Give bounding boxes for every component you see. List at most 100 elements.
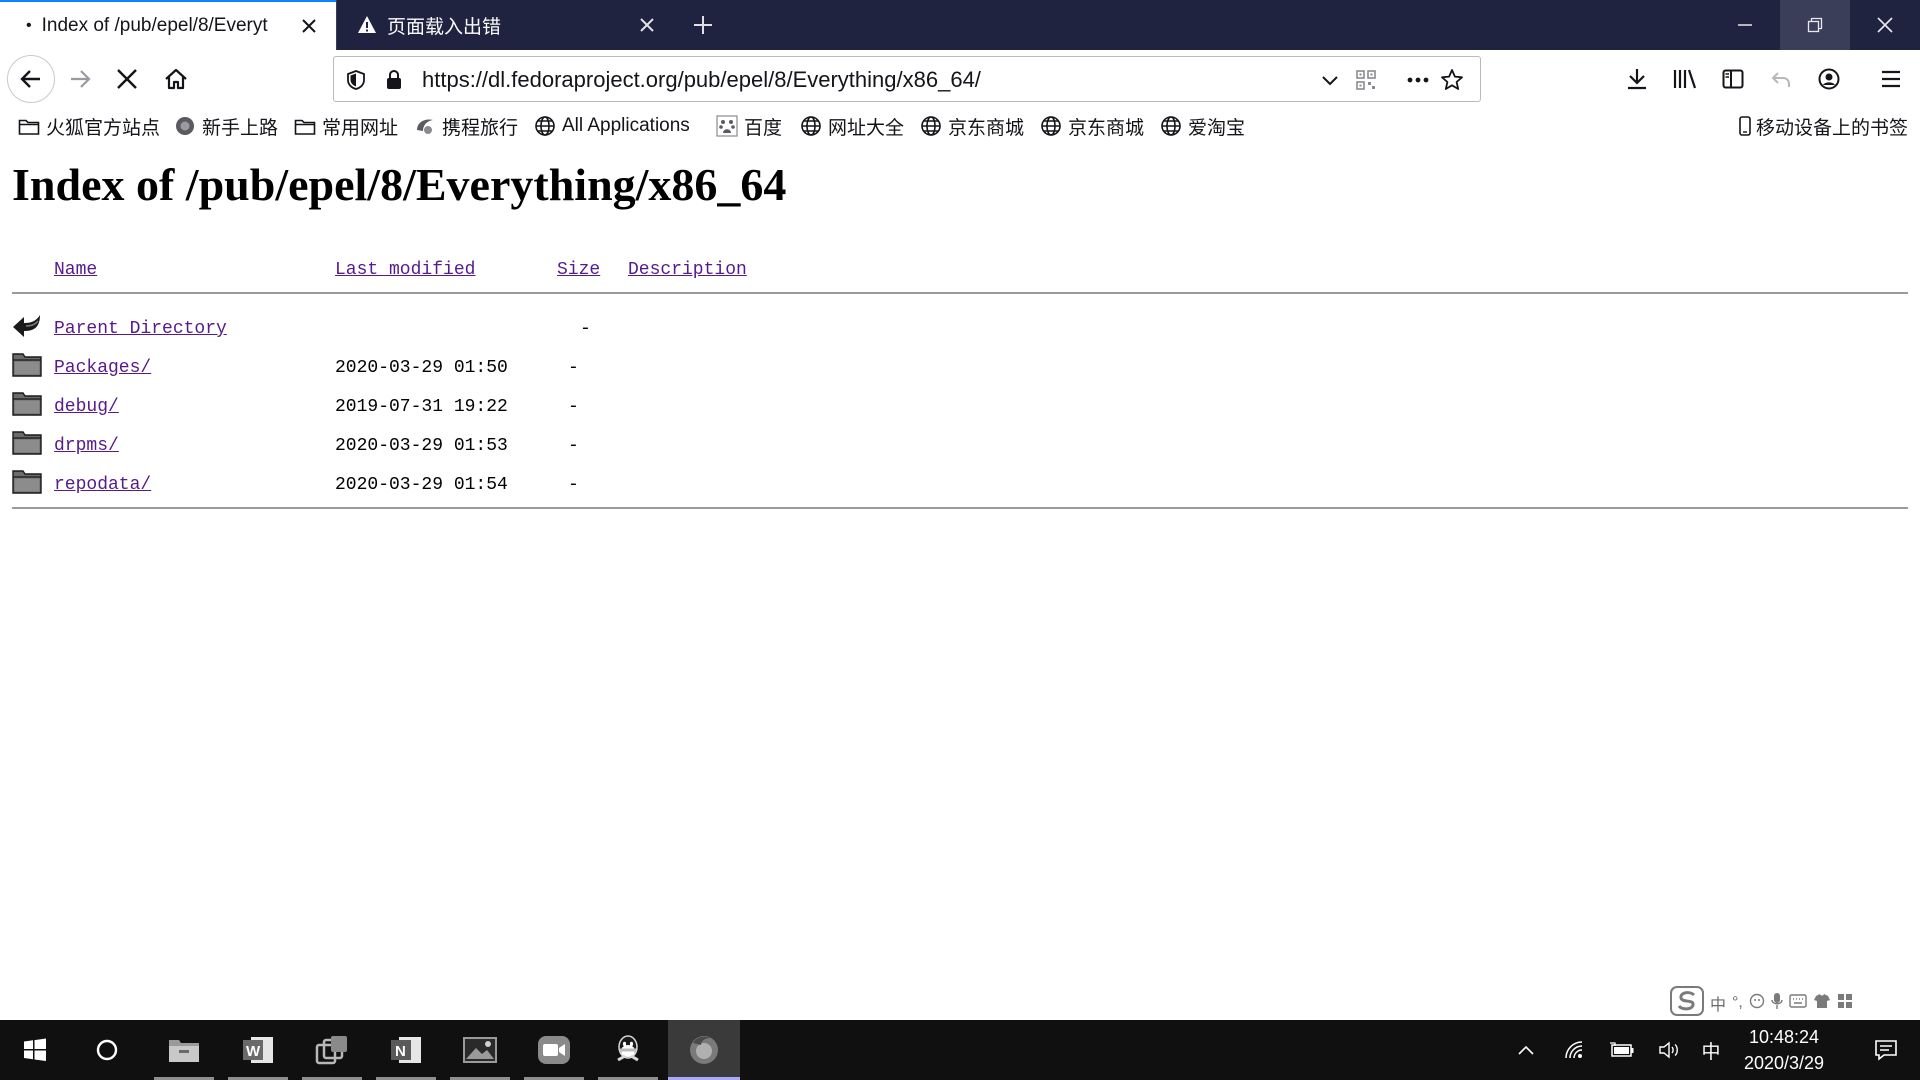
entry-size: - (568, 397, 579, 417)
globe-icon (800, 115, 822, 137)
account-icon[interactable] (1814, 64, 1844, 94)
firefox-icon[interactable] (668, 1020, 740, 1080)
entry-size: - (568, 436, 579, 456)
zoom-icon[interactable] (518, 1020, 590, 1080)
page-content: Index of /pub/epel/8/Everything/x86_64 N… (0, 144, 1920, 1020)
show-hidden-icons-chevron-up-icon[interactable] (1510, 1020, 1542, 1080)
restore-button[interactable] (1780, 0, 1850, 50)
ime-toolbar[interactable]: 中 °, (1670, 985, 1920, 1021)
stop-loading-button[interactable] (105, 57, 149, 101)
keyboard-icon[interactable] (1789, 993, 1807, 1013)
table-row: Packages/ 2020-03-29 01:50 - (0, 348, 1920, 387)
tab-load-error[interactable]: 页面载入出错 (336, 0, 674, 50)
footer-divider (12, 507, 1908, 509)
tab-index-listing[interactable]: • Index of /pub/epel/8/Everyt (0, 0, 336, 50)
system-clock[interactable]: 10:48:24 2020/3/29 (1718, 1024, 1850, 1076)
close-tab-icon[interactable] (296, 13, 322, 39)
bookmark-item[interactable]: 网址大全 (800, 112, 904, 140)
home-button[interactable] (154, 57, 198, 101)
folder-icon (12, 389, 42, 419)
entry-link[interactable]: drpms/ (54, 436, 119, 456)
bookmark-item[interactable]: 京东商城 (1040, 112, 1144, 140)
entry-link[interactable]: repodata/ (54, 475, 151, 495)
globe-icon (1160, 115, 1182, 137)
mobile-bookmarks[interactable]: 移动设备上的书签 (1738, 112, 1908, 140)
entry-link[interactable]: Packages/ (54, 358, 151, 378)
entry-size: - (568, 475, 579, 495)
back-button[interactable] (7, 55, 55, 103)
onenote-icon[interactable]: N (370, 1020, 442, 1080)
toolbox-icon[interactable] (1837, 993, 1853, 1014)
firefox-icon (174, 115, 196, 137)
emoji-icon[interactable] (1749, 993, 1765, 1014)
bookmark-item[interactable]: 京东商城 (920, 112, 1024, 140)
qr-code-icon[interactable] (1352, 66, 1380, 94)
column-header-size[interactable]: Size (557, 260, 600, 280)
bookmark-item[interactable]: All Applications (534, 112, 690, 140)
folder-icon (18, 115, 40, 137)
file-explorer-icon[interactable] (148, 1020, 220, 1080)
photos-icon[interactable] (444, 1020, 516, 1080)
bookmark-item[interactable]: 火狐官方站点 (18, 112, 160, 140)
battery-icon[interactable] (1604, 1020, 1640, 1080)
new-tab-button[interactable] (684, 6, 722, 44)
page-actions-menu-icon[interactable] (1404, 66, 1432, 94)
url-text[interactable]: https://dl.fedoraproject.org/pub/epel/8/… (422, 67, 981, 93)
address-bar[interactable]: https://dl.fedoraproject.org/pub/epel/8/… (333, 56, 1481, 102)
microphone-icon[interactable] (1771, 992, 1783, 1015)
page-title: Index of /pub/epel/8/Everything/x86_64 (12, 159, 787, 210)
table-row: repodata/ 2020-03-29 01:54 - (0, 465, 1920, 504)
entry-modified: 2019-07-31 19:22 (335, 397, 508, 417)
tab-strip: • Index of /pub/epel/8/Everyt 页面载入出错 (0, 0, 1920, 50)
task-view-icon[interactable] (296, 1020, 368, 1080)
windows-taskbar: W N 中 10:48:24 2020/3/29 (0, 1020, 1920, 1080)
action-center-notification-icon[interactable] (1852, 1020, 1920, 1080)
wifi-icon[interactable] (1558, 1020, 1592, 1080)
cortana-icon[interactable] (72, 1020, 142, 1080)
word-icon[interactable]: W (222, 1020, 294, 1080)
column-header-last-modified[interactable]: Last modified (335, 260, 475, 280)
hamburger-menu-icon[interactable] (1876, 64, 1906, 94)
close-window-button[interactable] (1850, 0, 1920, 50)
minimize-button[interactable] (1710, 0, 1780, 50)
entry-modified: 2020-03-29 01:50 (335, 358, 508, 378)
table-row: debug/ 2019-07-31 19:22 - (0, 387, 1920, 426)
windows-start-icon[interactable] (0, 1020, 70, 1080)
bookmark-item[interactable]: 常用网址 (294, 112, 398, 140)
punctuation-icon[interactable]: °, (1732, 994, 1743, 1012)
column-header-name[interactable]: Name (54, 260, 97, 280)
sogou-logo-icon (1670, 985, 1704, 1021)
folder-icon (12, 350, 42, 380)
bookmarks-toolbar: 火狐官方站点 新手上路 常用网址 携程旅行 All Applications 百… (0, 108, 1920, 144)
tracking-shield-icon[interactable] (342, 66, 370, 94)
qq-icon[interactable] (592, 1020, 664, 1080)
entry-link[interactable]: debug/ (54, 397, 119, 417)
forward-button[interactable] (58, 57, 102, 101)
folder-icon (12, 467, 42, 497)
bookmark-item[interactable]: 携程旅行 (414, 112, 518, 140)
column-header-description[interactable]: Description (628, 260, 747, 280)
bookmark-star-icon[interactable] (1438, 66, 1466, 94)
bookmark-item[interactable]: 爱淘宝 (1160, 112, 1245, 140)
entry-modified: 2020-03-29 01:54 (335, 475, 508, 495)
bookmark-item[interactable]: 新手上路 (174, 112, 278, 140)
sidebar-toggle-icon[interactable] (1718, 64, 1748, 94)
downloads-icon[interactable] (1622, 64, 1652, 94)
header-divider (12, 292, 1908, 294)
skin-icon[interactable] (1813, 993, 1831, 1014)
entry-link[interactable]: Parent Directory (54, 319, 227, 339)
warning-icon (357, 15, 377, 35)
undo-close-icon[interactable] (1766, 64, 1796, 94)
table-row: drpms/ 2020-03-29 01:53 - (0, 426, 1920, 465)
close-tab-icon[interactable] (634, 12, 660, 38)
svg-text:N: N (395, 1043, 406, 1060)
ime-language[interactable]: 中 (1710, 991, 1726, 1015)
mobile-device-icon (1738, 115, 1752, 137)
chevron-down-icon[interactable] (1316, 66, 1344, 94)
bookmark-item[interactable]: 百度 (716, 112, 782, 140)
entry-size: - (580, 319, 591, 339)
clock-time: 10:48:24 (1748, 1027, 1820, 1047)
volume-icon[interactable] (1652, 1020, 1686, 1080)
library-icon[interactable] (1670, 64, 1700, 94)
lock-icon[interactable] (380, 66, 408, 94)
